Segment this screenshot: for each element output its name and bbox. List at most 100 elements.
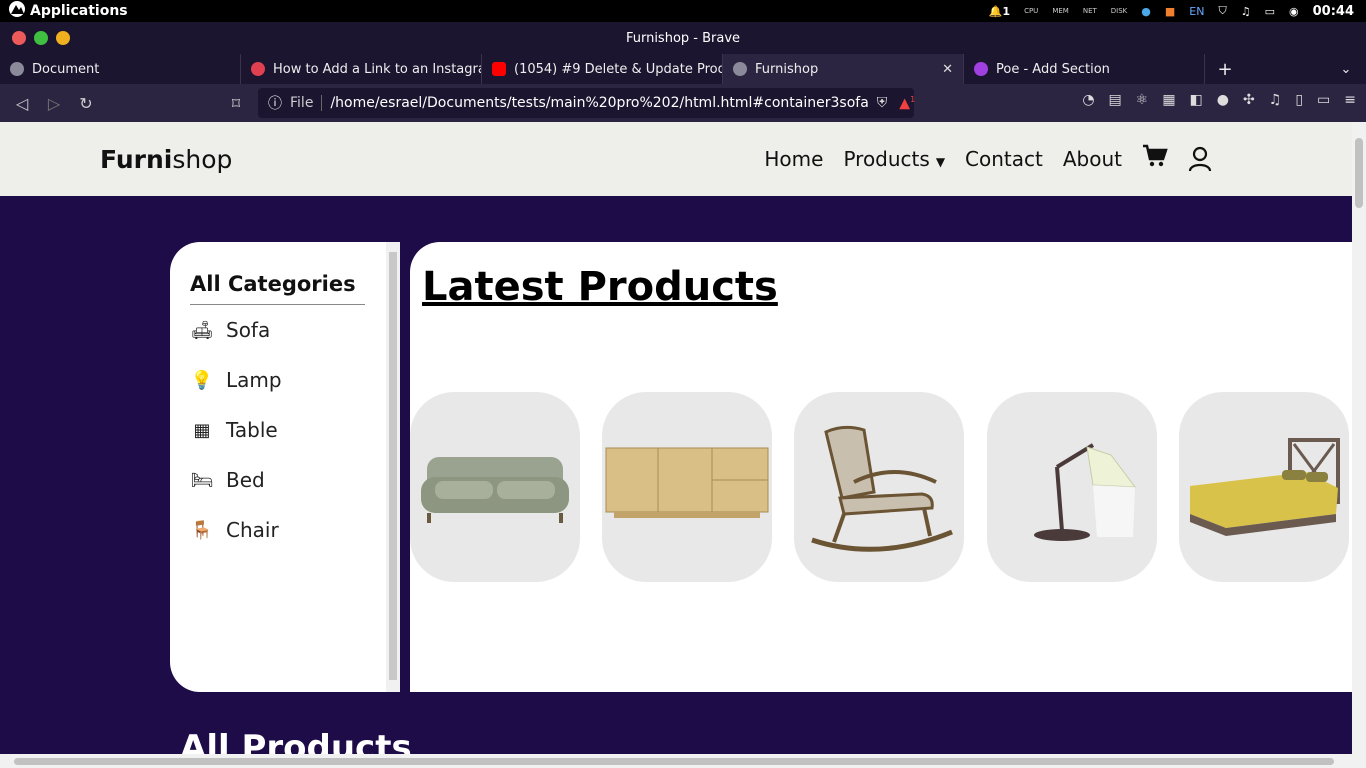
desk-lamp-image: [1034, 443, 1137, 541]
sidebar-scrollbar[interactable]: [386, 242, 400, 692]
extension-cookie-icon[interactable]: ●: [1217, 92, 1229, 108]
url-text[interactable]: /home/esrael/Documents/tests/main%20pro%…: [330, 95, 868, 111]
close-window-button[interactable]: [12, 31, 26, 45]
extension-glasses-icon[interactable]: ◔: [1082, 92, 1094, 108]
tab-label: How to Add a Link to an Instagram: [273, 61, 482, 77]
applications-menu[interactable]: Applications: [0, 0, 128, 22]
extension-mouse-icon[interactable]: ◧: [1190, 92, 1203, 108]
reddit-icon: [251, 62, 265, 76]
caret-down-icon: ▼: [935, 155, 946, 169]
nav-home[interactable]: Home: [764, 147, 823, 171]
site-logo[interactable]: Furnishop: [100, 145, 232, 174]
tab-document[interactable]: Document: [0, 54, 241, 84]
category-sofa[interactable]: 🛋 Sofa: [190, 305, 370, 355]
info-icon[interactable]: ⓘ: [268, 93, 282, 113]
extensions-area: ◔ ▤ ⚛ ▦ ◧ ● ✣ ♫ ▯ ▭ ≡: [1082, 92, 1356, 108]
extension-react-icon[interactable]: ⚛: [1136, 92, 1149, 108]
rocking-chair-image: [811, 425, 953, 552]
mem-monitor[interactable]: MEM: [1052, 7, 1069, 15]
table-icon: ▦: [193, 419, 211, 441]
product-card-sideboard[interactable]: [602, 392, 772, 582]
product-card-rocking-chair[interactable]: [794, 392, 964, 582]
bookmark-icon[interactable]: ⌑: [220, 94, 252, 113]
sidebar-title: All Categories: [190, 272, 365, 305]
tab-strip: Document How to Add a Link to an Instagr…: [0, 54, 1366, 84]
toolbar: ◁ ▷ ↻ ⌑ ⓘ File /home/esrael/Documents/te…: [0, 84, 1366, 122]
media-icon[interactable]: ♫: [1269, 92, 1282, 108]
scheme-label: File: [290, 95, 323, 111]
category-bed[interactable]: 🛏 Bed: [190, 455, 370, 505]
tab-youtube[interactable]: (1054) #9 Delete & Update Produc: [482, 54, 723, 84]
category-label: Chair: [226, 518, 279, 542]
address-bar[interactable]: ⓘ File /home/esrael/Documents/tests/main…: [258, 88, 915, 118]
all-products-title: All Products: [180, 728, 412, 754]
youtube-icon: [492, 62, 506, 76]
page-horizontal-scroll-thumb[interactable]: [14, 758, 1334, 765]
brave-rewards-icon[interactable]: ▲1: [899, 95, 915, 112]
nav-products[interactable]: Products ▼: [843, 147, 945, 171]
reload-icon[interactable]: ↻: [70, 94, 102, 113]
extension-file-icon[interactable]: ▤: [1109, 92, 1122, 108]
latest-products-title: Latest Products: [422, 264, 778, 310]
tab-list-chevron-icon[interactable]: ⌄: [1326, 54, 1366, 84]
user-icon[interactable]: [1188, 146, 1212, 172]
keyboard-layout[interactable]: EN: [1189, 5, 1204, 18]
applications-label: Applications: [30, 3, 128, 19]
page-horizontal-scrollbar[interactable]: [0, 754, 1366, 768]
window-title: Furnishop - Brave: [625, 30, 741, 46]
sofa-icon: 🛋: [190, 319, 214, 341]
maximize-window-button[interactable]: [34, 31, 48, 45]
sidebar-toggle-icon[interactable]: ▯: [1295, 92, 1303, 108]
minimize-window-button[interactable]: [56, 31, 70, 45]
back-icon[interactable]: ◁: [6, 94, 38, 113]
system-top-bar: Applications 🔔1 CPU MEM NET DISK ● ■ EN …: [0, 0, 1366, 22]
logo-bold: Furni: [100, 144, 173, 174]
user-menu-icon[interactable]: ◉: [1289, 5, 1299, 18]
category-lamp[interactable]: 💡 Lamp: [190, 355, 370, 405]
web-page: Furnishop Home Products ▼ Contact About A…: [0, 122, 1352, 754]
sideboard-image: [605, 447, 769, 518]
nav-about[interactable]: About: [1063, 147, 1122, 171]
disk-monitor[interactable]: DISK: [1111, 7, 1128, 15]
latest-products-section: Latest Products: [410, 242, 1352, 692]
rewards-badge: 1: [910, 94, 916, 104]
shield-icon[interactable]: ⛉: [1218, 4, 1226, 18]
extension-qr-icon[interactable]: ▦: [1162, 92, 1175, 108]
cart-icon[interactable]: [1142, 144, 1168, 174]
music-icon[interactable]: ♫: [1241, 5, 1251, 18]
notification-count: 1: [1002, 4, 1011, 18]
close-tab-icon[interactable]: ✕: [942, 62, 953, 77]
tab-furnishop[interactable]: Furnishop ✕: [723, 54, 964, 84]
tab-label: (1054) #9 Delete & Update Produc: [514, 61, 723, 77]
tab-poe[interactable]: Poe - Add Section: [964, 54, 1205, 84]
net-monitor[interactable]: NET: [1083, 7, 1097, 15]
nav-contact[interactable]: Contact: [965, 147, 1043, 171]
sofa-image: [421, 457, 569, 523]
clock[interactable]: 00:44: [1313, 4, 1354, 19]
cpu-monitor[interactable]: CPU: [1024, 7, 1038, 15]
category-label: Bed: [226, 468, 265, 492]
category-table[interactable]: ▦ Table: [190, 405, 370, 455]
wallet-icon[interactable]: ▭: [1317, 92, 1330, 108]
edge-icon[interactable]: ●: [1141, 5, 1151, 18]
page-vertical-scroll-thumb[interactable]: [1355, 138, 1363, 208]
extensions-puzzle-icon[interactable]: ✣: [1243, 92, 1255, 108]
forward-icon[interactable]: ▷: [38, 94, 70, 113]
product-card-sofa[interactable]: [410, 392, 580, 582]
brave-shields-icon[interactable]: ⛨: [877, 95, 888, 111]
battery-icon[interactable]: ▭: [1265, 5, 1275, 18]
notification-indicator[interactable]: 🔔1: [989, 5, 1010, 18]
menu-icon[interactable]: ≡: [1344, 92, 1356, 108]
new-tab-button[interactable]: +: [1205, 54, 1245, 84]
xampp-icon[interactable]: ■: [1165, 5, 1175, 18]
logo-rest: shop: [172, 144, 233, 174]
category-chair[interactable]: 🪑 Chair: [190, 505, 370, 555]
tab-label: Document: [32, 61, 100, 77]
product-card-desk-lamp[interactable]: [987, 392, 1157, 582]
tab-instagram-link[interactable]: How to Add a Link to an Instagram: [241, 54, 482, 84]
sidebar-scroll-thumb[interactable]: [389, 252, 397, 680]
bed-icon: 🛏: [190, 469, 214, 491]
product-card-bed[interactable]: [1179, 392, 1349, 582]
main-nav: Home Products ▼ Contact About: [764, 144, 1212, 174]
page-vertical-scrollbar[interactable]: [1352, 122, 1366, 754]
